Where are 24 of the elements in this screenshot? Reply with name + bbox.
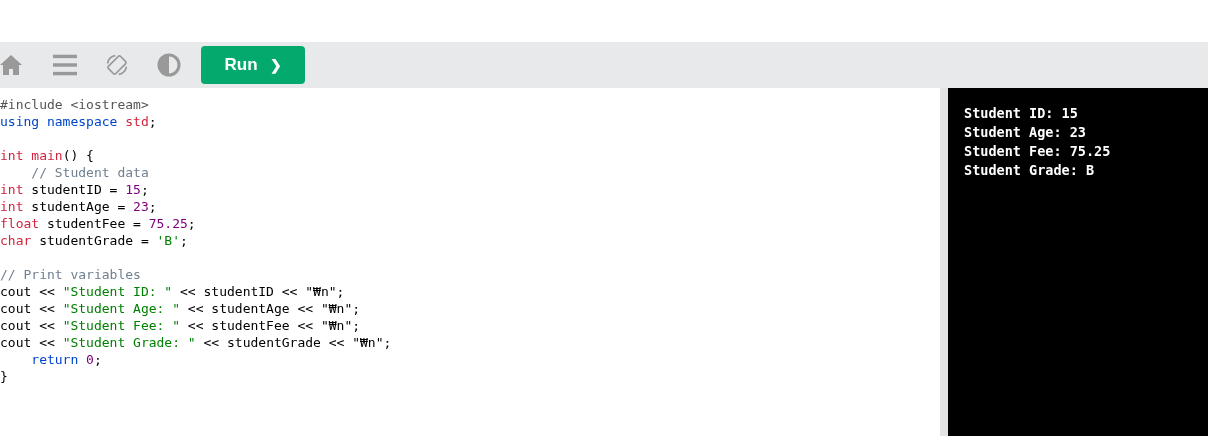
code-line: cout << "Student Grade: " << studentGrade << "₩n";: [0, 334, 392, 351]
output-line: Student Age: 23: [964, 123, 1086, 142]
code-line: return 0;: [30, 351, 102, 368]
output-line: Student ID: 15: [964, 104, 1078, 123]
code-line: int main() {: [0, 147, 94, 164]
code-line: cout << "Student Age: " << studentAge << "₩n";: [0, 300, 361, 317]
code-line: int studentID = 15;: [0, 181, 149, 198]
output-line: Student Grade: B: [964, 161, 1095, 180]
code-line: char studentGrade = 'B';: [0, 232, 188, 249]
run-button[interactable]: Run ❯: [201, 46, 305, 84]
home-icon[interactable]: [0, 54, 23, 76]
code-line: #include <iostream>: [0, 96, 149, 113]
code-line: float studentFee = 75.25;: [0, 215, 196, 232]
code-line: // Print variables: [0, 266, 141, 283]
code-line: // Student data: [30, 164, 149, 181]
code-line: }: [0, 368, 8, 385]
code-line: using namespace std;: [0, 113, 157, 130]
contrast-icon[interactable]: [157, 53, 181, 77]
code-line: int studentAge = 23;: [0, 198, 157, 215]
code-line: cout << "Student ID: " << studentID << "₩n";: [0, 283, 345, 300]
menu-icon[interactable]: [53, 53, 77, 77]
chevron-icon: ❯: [269, 54, 282, 76]
output-line: Student Fee: 75.25: [964, 142, 1111, 161]
code-line: cout << "Student Fee: " << studentFee << "₩n";: [0, 317, 361, 334]
